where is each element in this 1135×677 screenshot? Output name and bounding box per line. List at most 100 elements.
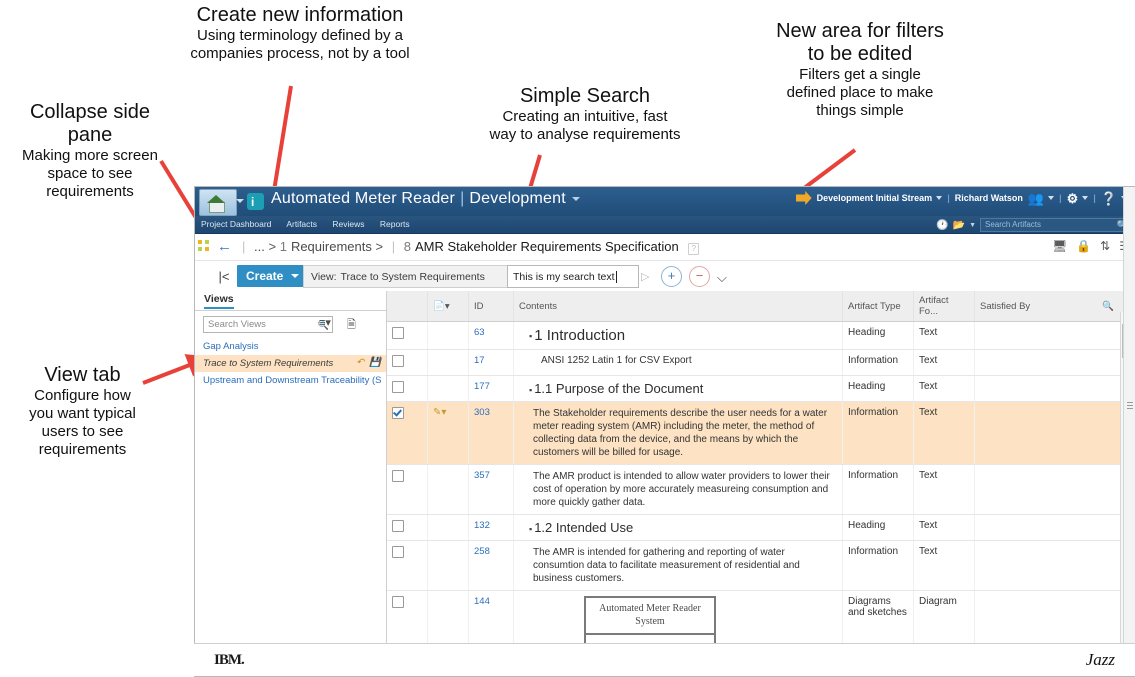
- list-item[interactable]: Gap Analysis: [195, 338, 386, 355]
- row-checkbox[interactable]: [392, 520, 404, 532]
- row-id-cell[interactable]: 132: [468, 514, 514, 541]
- search-input[interactable]: This is my search text: [507, 265, 639, 288]
- row-contents-cell[interactable]: ▪ 1.2 Intended Use: [513, 514, 843, 541]
- expand-bullet-icon[interactable]: ▪: [529, 331, 532, 341]
- table-row[interactable]: 132 ▪ 1.2 Intended Use Heading Text: [387, 514, 1135, 541]
- row-edit-cell[interactable]: [427, 540, 469, 591]
- app-switcher-icon[interactable]: [198, 240, 209, 251]
- row-id-cell[interactable]: 63: [468, 321, 514, 350]
- column-id[interactable]: ID: [468, 291, 514, 322]
- row-id-cell[interactable]: 357: [468, 464, 514, 515]
- row-checkbox-cell[interactable]: [387, 514, 428, 541]
- row-checkbox-cell[interactable]: [387, 349, 428, 376]
- requirements-app-icon[interactable]: i: [247, 193, 264, 210]
- row-checkbox[interactable]: [392, 596, 404, 608]
- edit-pencil-icon[interactable]: ✎▾: [433, 407, 446, 418]
- view-selector[interactable]: View: Trace to System Requirements: [303, 265, 519, 288]
- chevron-down-icon[interactable]: [1082, 196, 1089, 200]
- row-edit-cell[interactable]: [427, 321, 469, 350]
- row-checkbox[interactable]: [392, 381, 404, 393]
- row-checkbox-cell[interactable]: [387, 540, 428, 591]
- home-icon[interactable]: [199, 189, 237, 216]
- column-edit-icon[interactable]: 📄▾: [433, 301, 450, 312]
- chevron-down-icon[interactable]: ▼: [969, 222, 976, 229]
- bookmark-icon[interactable]: 📂: [953, 220, 965, 231]
- lock-icon[interactable]: 🔒: [1076, 239, 1091, 253]
- list-item[interactable]: Trace to System Requirements ↶ 💾: [195, 355, 386, 372]
- nav-item-reports[interactable]: Reports: [380, 219, 410, 229]
- row-checkbox[interactable]: [392, 470, 404, 482]
- nav-item-reviews[interactable]: Reviews: [332, 219, 364, 229]
- table-row[interactable]: 357 The AMR product is intended to allow…: [387, 464, 1135, 515]
- collapse-filter-icon[interactable]: ⌵: [717, 270, 727, 286]
- row-contents-cell[interactable]: ANSI 1252 Latin 1 for CSV Export: [513, 349, 843, 376]
- row-edit-cell[interactable]: [427, 514, 469, 541]
- list-item[interactable]: Upstream and Downstream Traceability (S: [195, 372, 386, 389]
- revert-icon[interactable]: ↶: [356, 357, 364, 368]
- table-row[interactable]: 177 ▪ 1.1 Purpose of the Document Heading…: [387, 375, 1135, 402]
- tab-views[interactable]: Views: [204, 293, 234, 309]
- column-contents[interactable]: Contents: [513, 291, 843, 322]
- column-satisfied-by[interactable]: Satisfied By 🔍: [974, 291, 1135, 322]
- chevron-down-icon[interactable]: [571, 196, 580, 201]
- manage-views-icon[interactable]: 🗎: [347, 316, 356, 335]
- breadcrumb-parent[interactable]: Requirements: [291, 239, 372, 254]
- row-id-cell[interactable]: 303: [468, 401, 514, 465]
- clear-search-icon[interactable]: ▷: [641, 270, 652, 283]
- display-icon[interactable]: 🖥: [1052, 239, 1067, 253]
- chevron-down-icon[interactable]: [936, 196, 943, 200]
- row-id-cell[interactable]: 17: [468, 349, 514, 376]
- row-contents-cell[interactable]: The AMR is intended for gathering and re…: [513, 540, 843, 591]
- breadcrumb-ellipsis[interactable]: ...: [254, 239, 265, 254]
- nav-item-project-dashboard[interactable]: Project Dashboard: [201, 219, 271, 229]
- sort-views-icon[interactable]: ≡▾: [319, 316, 331, 329]
- chevron-down-icon[interactable]: [1048, 196, 1055, 200]
- row-contents-cell[interactable]: ▪ 1 Introduction: [513, 321, 843, 350]
- row-checkbox-cell[interactable]: [387, 321, 428, 350]
- add-filter-button[interactable]: +: [661, 266, 682, 287]
- row-edit-cell[interactable]: ✎▾: [427, 401, 469, 465]
- collapse-side-pane-button[interactable]: |<: [214, 267, 234, 286]
- row-checkbox[interactable]: [392, 407, 404, 419]
- back-arrow-icon[interactable]: ←: [217, 238, 232, 255]
- settings-menu[interactable]: ⚙: [1062, 192, 1094, 205]
- expand-bullet-icon[interactable]: ▪: [529, 524, 532, 534]
- row-contents-cell[interactable]: The Stakeholder requirements describe th…: [513, 401, 843, 465]
- row-id-cell[interactable]: 258: [468, 540, 514, 591]
- user-menu[interactable]: Richard Watson 👥: [950, 192, 1059, 205]
- column-select-all[interactable]: [387, 291, 428, 322]
- row-checkbox[interactable]: [392, 355, 404, 367]
- help-badge-icon[interactable]: ?: [688, 243, 700, 255]
- scrollbar-grip[interactable]: [1127, 402, 1133, 411]
- page-scrollbar[interactable]: ▼: [1123, 187, 1135, 676]
- nav-item-artifacts[interactable]: Artifacts: [286, 219, 317, 229]
- row-edit-cell[interactable]: [427, 464, 469, 515]
- row-checkbox[interactable]: [392, 546, 404, 558]
- row-checkbox[interactable]: [392, 327, 404, 339]
- row-contents-cell[interactable]: ▪ 1.1 Purpose of the Document: [513, 375, 843, 402]
- stream-selector[interactable]: Development Initial Stream: [791, 191, 948, 205]
- row-edit-cell[interactable]: [427, 349, 469, 376]
- row-checkbox-cell[interactable]: [387, 464, 428, 515]
- row-contents-cell[interactable]: The AMR product is intended to allow wat…: [513, 464, 843, 515]
- row-checkbox-cell[interactable]: [387, 401, 428, 465]
- table-row[interactable]: 17 ANSI 1252 Latin 1 for CSV Export Info…: [387, 349, 1135, 376]
- create-button[interactable]: Create: [237, 265, 309, 287]
- search-artifacts-input[interactable]: Search Artifacts 🔍: [980, 218, 1132, 232]
- row-checkbox-cell[interactable]: [387, 375, 428, 402]
- search-views-input[interactable]: Search Views 🔍: [203, 316, 333, 333]
- expand-bullet-icon[interactable]: ▪: [529, 385, 532, 395]
- column-artifact-type[interactable]: Artifact Type: [842, 291, 914, 322]
- table-row[interactable]: 63 ▪ 1 Introduction Heading Text: [387, 321, 1135, 350]
- table-row[interactable]: ✎▾ 303 The Stakeholder requirements desc…: [387, 401, 1135, 465]
- search-icon[interactable]: 🔍: [1102, 301, 1114, 312]
- table-row[interactable]: 258 The AMR is intended for gathering an…: [387, 540, 1135, 591]
- save-icon[interactable]: 💾: [369, 357, 381, 368]
- chevron-down-icon[interactable]: [236, 199, 244, 203]
- row-edit-cell[interactable]: [427, 375, 469, 402]
- column-artifact-format[interactable]: Artifact Fo...: [913, 291, 975, 322]
- refresh-icon[interactable]: ⇅: [1100, 239, 1110, 253]
- remove-filter-button[interactable]: −: [689, 266, 710, 287]
- row-id-cell[interactable]: 177: [468, 375, 514, 402]
- recent-history-icon[interactable]: 🕐: [936, 220, 948, 231]
